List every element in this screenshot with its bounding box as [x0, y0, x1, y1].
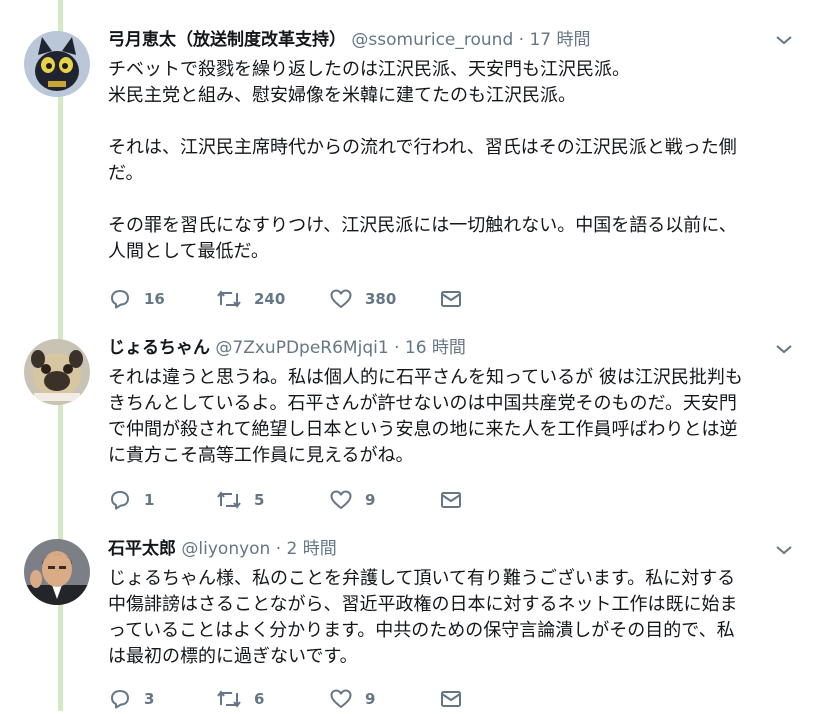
pug-avatar-icon: [24, 339, 90, 405]
like-button[interactable]: 380: [329, 284, 396, 314]
like-count: 9: [365, 690, 376, 708]
reply-button[interactable]: 1: [108, 485, 154, 515]
reply-icon: [111, 290, 129, 309]
heart-icon: [330, 490, 352, 509]
cat-mascot-avatar-icon: [24, 31, 90, 97]
display-name[interactable]: 弓月恵太（放送制度改革支持）: [108, 30, 346, 50]
tweet-header: 弓月恵太（放送制度改革支持） @ssomurice_round · 17 時間: [108, 27, 591, 53]
reply-icon: [111, 690, 129, 709]
chevron-down-icon[interactable]: [772, 337, 796, 361]
reply-count: 1: [144, 491, 155, 509]
chevron-down-icon[interactable]: [772, 538, 796, 562]
direct-message-button[interactable]: [439, 284, 463, 314]
envelope-icon: [441, 291, 461, 307]
man-portrait-avatar-icon: [24, 539, 90, 605]
avatar[interactable]: [24, 31, 90, 97]
chevron-down-icon[interactable]: [772, 28, 796, 52]
user-handle[interactable]: @ssomurice_round: [351, 30, 513, 50]
timestamp[interactable]: 2 時間: [287, 539, 337, 559]
like-button[interactable]: 9: [329, 684, 375, 714]
envelope-icon: [441, 691, 461, 707]
like-count: 9: [365, 491, 376, 509]
tweet-paragraph: その罪を習氏になすりつけ、江沢民派には一切触れない。中国を語る以前に、 人間とし…: [108, 215, 737, 262]
reply-count: 3: [144, 690, 155, 708]
retweet-icon: [217, 290, 241, 308]
like-button[interactable]: 9: [329, 485, 375, 515]
heart-icon: [330, 289, 352, 308]
timestamp[interactable]: 16 時間: [405, 338, 466, 358]
retweet-icon: [217, 491, 241, 509]
envelope-icon: [441, 492, 461, 508]
display-name[interactable]: 石平太郎: [108, 539, 176, 559]
display-name[interactable]: じょるちゃん: [108, 338, 210, 358]
user-handle[interactable]: @liyonyon: [181, 539, 270, 559]
reply-count: 16: [144, 290, 165, 308]
tweet-text: それは違うと思うね。私は個人的に石平さんを知っているが 彼は江沢民批判も きちん…: [108, 365, 798, 469]
tweet-paragraph: それは違うと思うね。私は個人的に石平さんを知っているが 彼は江沢民批判も きちん…: [108, 367, 743, 466]
tweet-text: じょるちゃん様、私のことを弁護して頂いて有り難うございます。私に対する 中傷誹謗…: [108, 566, 798, 670]
tweet-header: じょるちゃん @7ZxuPDpeR6Mjqi1 · 16 時間: [108, 335, 466, 361]
separator-dot: ·: [275, 539, 282, 559]
direct-message-button[interactable]: [439, 485, 463, 515]
retweet-button[interactable]: 5: [216, 485, 264, 515]
tweet-paragraph: それは、江沢民主席時代からの流れで行われ、習氏はその江沢民派と戦った側 だ。: [108, 137, 737, 184]
retweet-button[interactable]: 240: [216, 284, 285, 314]
user-handle[interactable]: @7ZxuPDpeR6Mjqi1: [215, 338, 388, 358]
reply-button[interactable]: 3: [108, 684, 154, 714]
reply-icon: [111, 491, 129, 510]
retweet-count: 5: [254, 491, 265, 509]
tweet-paragraph: じょるちゃん様、私のことを弁護して頂いて有り難うございます。私に対する 中傷誹謗…: [108, 568, 738, 667]
separator-dot: ·: [394, 338, 400, 358]
retweet-icon: [217, 690, 241, 708]
reply-button[interactable]: 16: [108, 284, 165, 314]
retweet-button[interactable]: 6: [216, 684, 264, 714]
avatar[interactable]: [24, 339, 90, 405]
like-count: 380: [365, 290, 397, 308]
tweet-text: チベットで殺戮を繰り返したのは江沢民派、天安門も江沢民派。 米民主党と組み、慰安…: [108, 57, 798, 265]
retweet-count: 240: [254, 290, 286, 308]
retweet-count: 6: [254, 690, 265, 708]
tweet-paragraph: チベットで殺戮を繰り返したのは江沢民派、天安門も江沢民派。 米民主党と組み、慰安…: [108, 59, 630, 106]
heart-icon: [330, 689, 352, 708]
avatar[interactable]: [24, 539, 90, 605]
direct-message-button[interactable]: [439, 684, 463, 714]
timestamp[interactable]: 17 時間: [529, 30, 590, 50]
separator-dot: ·: [518, 30, 525, 50]
tweet-header: 石平太郎 @liyonyon · 2 時間: [108, 536, 337, 562]
